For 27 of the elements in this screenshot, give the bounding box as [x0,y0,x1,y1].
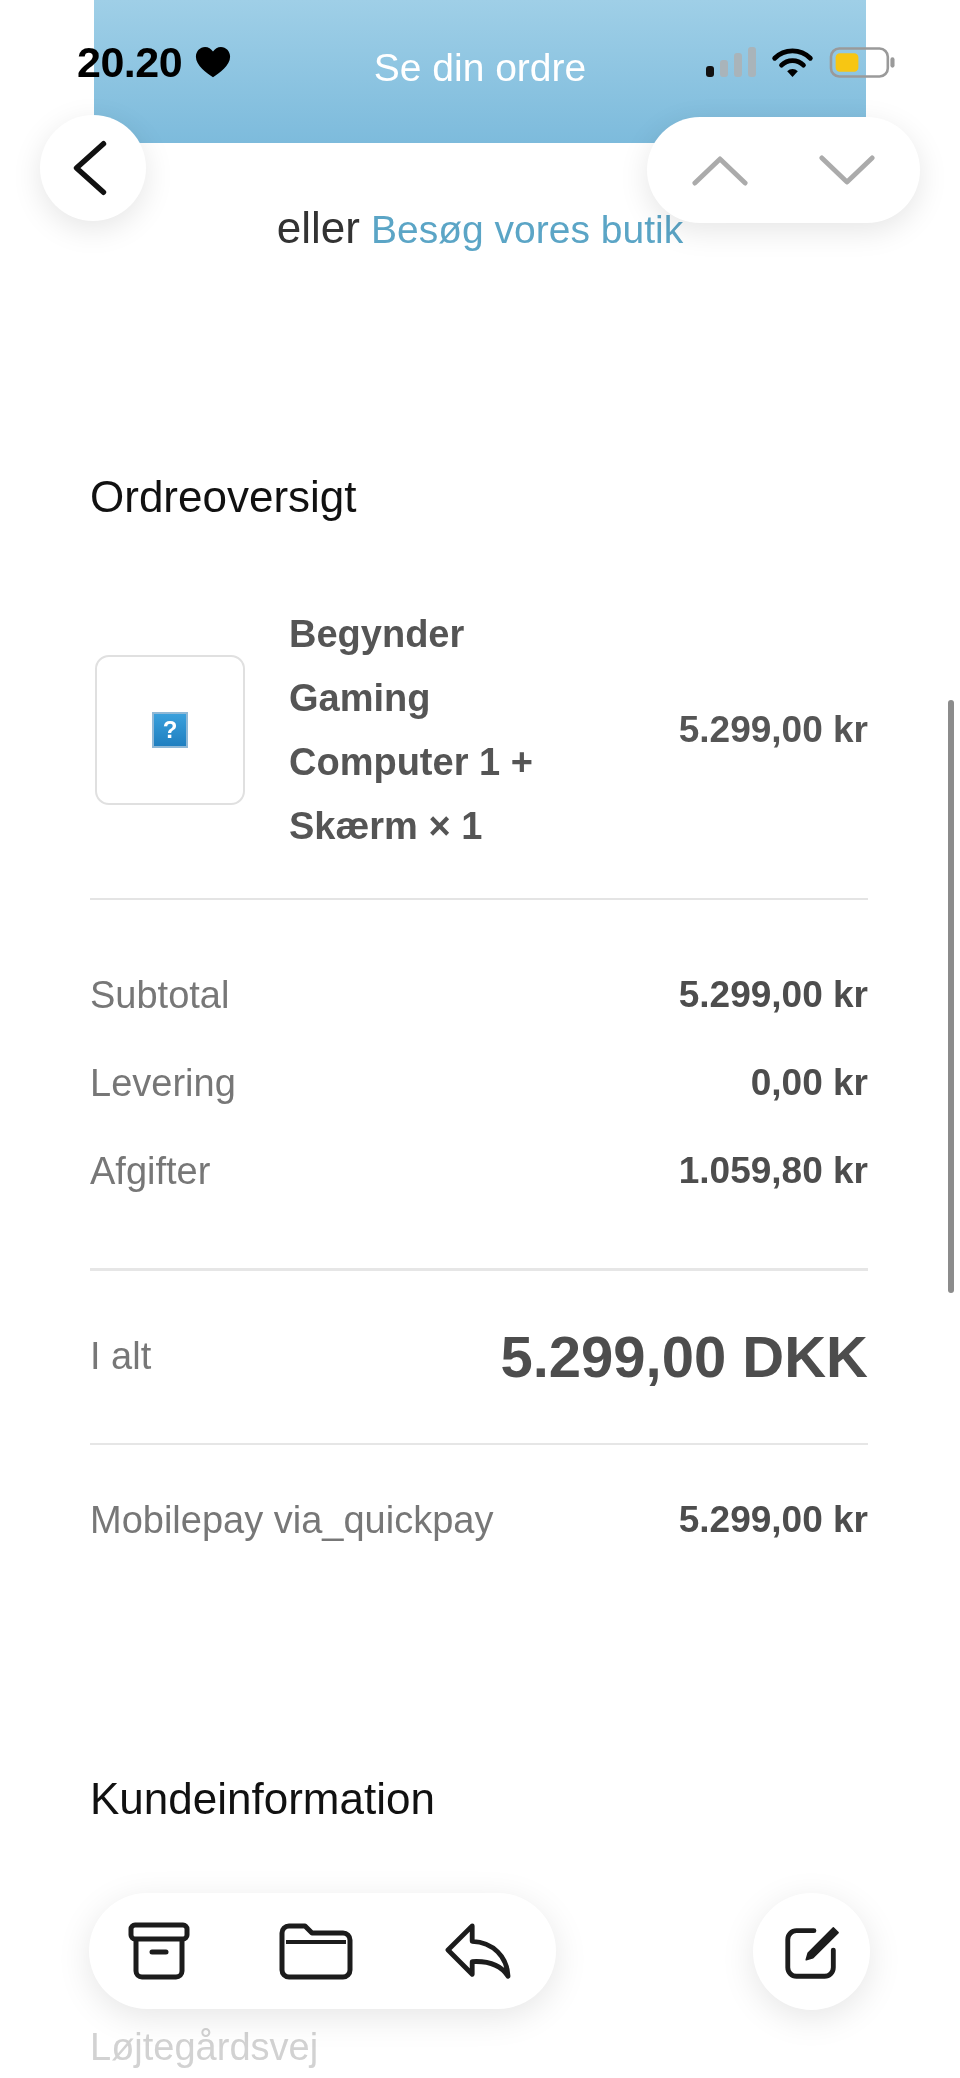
section-heading: Kundeinformation [90,1773,436,1825]
battery-icon [829,46,896,78]
payment-amount: 5.299,00 kr [678,1499,868,1541]
missing-image-icon: ? [152,712,188,748]
folder-icon [277,1921,354,1981]
chevron-left-icon [72,139,108,197]
view-order-link[interactable]: Se din ordre [373,45,587,91]
summary-label: Afgifter [90,1149,211,1193]
wifi-icon [771,46,814,78]
summary-label: Subtotal [90,973,230,1017]
chevron-down-icon [817,154,876,186]
heart-icon [194,46,233,78]
total-value: 5.299,00 DKK [500,1322,868,1390]
summary-value: 0,00 kr [750,1062,868,1104]
summary-value: 1.059,80 kr [678,1150,868,1192]
payment-method: Mobilepay via_quickpay [90,1498,494,1542]
summary-value: 5.299,00 kr [678,974,868,1016]
product-name: Begynder Gaming Computer 1 + Skærm × 1 [289,612,534,849]
or-text: eller [276,203,360,253]
product-price: 5.299,00 kr [678,709,868,751]
chevron-up-icon [691,154,750,186]
status-time: 20.20 [77,38,183,86]
signal-icon [706,47,756,77]
total-label: I alt [90,1334,152,1378]
store-link[interactable]: Besøg vores butik [371,205,684,255]
summary-label: Levering [90,1061,236,1105]
section-heading: Ordreoversigt [90,471,358,523]
